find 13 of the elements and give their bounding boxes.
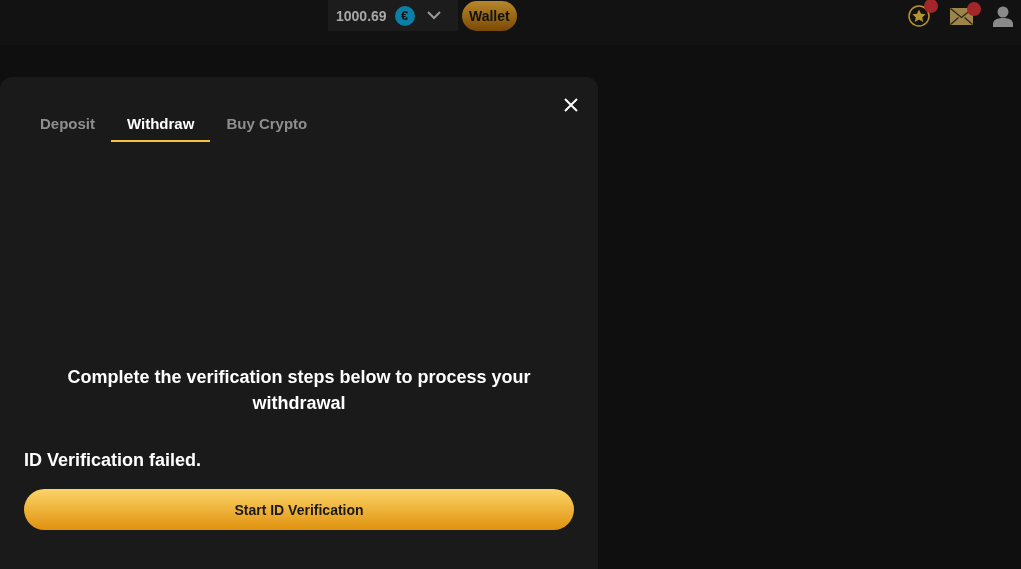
start-verification-button[interactable]: Start ID Verification xyxy=(24,489,574,530)
balance-selector[interactable]: 1000.69 € xyxy=(328,0,458,31)
balance-amount: 1000.69 xyxy=(336,7,387,24)
modal-tab[interactable]: Buy Crypto xyxy=(210,109,324,142)
verification-status: ID Verification failed. xyxy=(24,450,203,471)
chevron-down-icon xyxy=(426,11,441,20)
verification-message: Complete the verification steps below to process your withdrawal xyxy=(66,366,532,415)
user-icon[interactable] xyxy=(993,5,1013,27)
currency-badge: € xyxy=(394,5,415,26)
wallet-button[interactable]: Wallet xyxy=(462,0,517,31)
close-icon[interactable] xyxy=(564,98,578,112)
modal-tab[interactable]: Withdraw xyxy=(111,109,211,142)
modal-tab[interactable]: Deposit xyxy=(24,109,111,142)
